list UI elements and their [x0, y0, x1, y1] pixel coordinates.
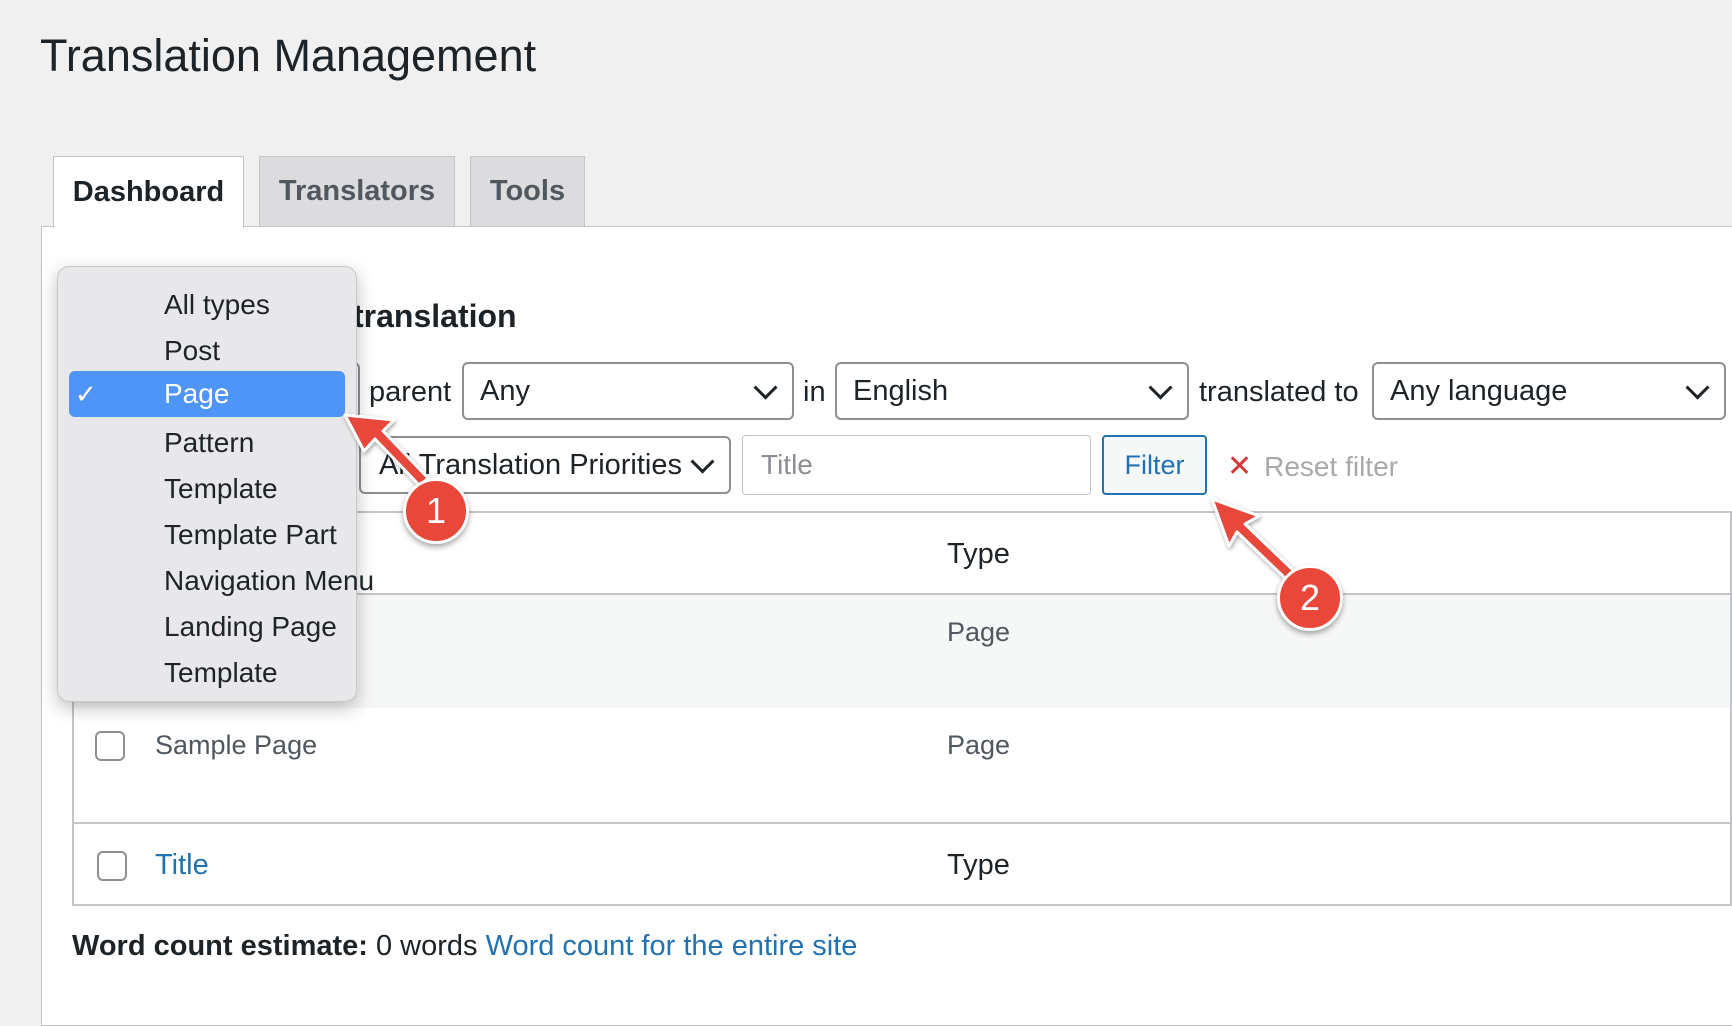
column-footer-type[interactable]: Type — [947, 849, 1010, 882]
target-language-select[interactable]: Any language — [1372, 362, 1726, 420]
select-all-checkbox[interactable] — [97, 851, 127, 881]
row-checkbox[interactable] — [95, 731, 125, 761]
filter-button[interactable]: Filter — [1102, 435, 1207, 495]
type-option-pattern[interactable]: Pattern — [69, 420, 345, 466]
page-title: Translation Management — [40, 30, 537, 81]
type-option-navigation-menu[interactable]: Navigation Menu — [69, 558, 374, 604]
word-count-site-link[interactable]: Word count for the entire site — [486, 930, 858, 962]
reset-filter-link[interactable]: ✕ Reset filter — [1227, 449, 1398, 484]
section-title: translation — [353, 298, 517, 334]
row-type: Page — [947, 730, 1011, 760]
row-title[interactable]: Sample Page — [155, 730, 317, 761]
type-option-all-types[interactable]: All types — [69, 282, 345, 328]
chevron-down-icon — [690, 449, 715, 474]
parent-select[interactable]: Any — [462, 362, 794, 420]
annotation-badge-2: 2 — [1277, 565, 1343, 631]
type-option-template[interactable]: Template — [69, 466, 345, 512]
chevron-down-icon — [753, 375, 778, 400]
parent-select-value: Any — [480, 374, 530, 407]
word-count-estimate: Word count estimate: 0 words Word count … — [72, 930, 857, 963]
column-header-type[interactable]: Type — [947, 538, 1010, 571]
type-option-page-label: Page — [164, 378, 230, 409]
title-search-input[interactable]: Title — [742, 435, 1091, 495]
reset-filter-label: Reset filter — [1264, 450, 1398, 482]
target-language-select-value: Any language — [1390, 374, 1568, 407]
type-option-template-part[interactable]: Template Part — [69, 512, 345, 558]
tab-tools[interactable]: Tools — [470, 156, 585, 226]
language-select[interactable]: English — [835, 362, 1189, 420]
type-dropdown-menu: All types Post ✓ Page Pattern Template T… — [57, 266, 374, 702]
type-option-template-2[interactable]: Template — [69, 650, 345, 696]
language-select-value: English — [853, 374, 949, 407]
word-count-value: 0 words — [376, 930, 478, 962]
chevron-down-icon — [1685, 375, 1710, 400]
in-label: in — [803, 376, 826, 408]
row-type: Page — [947, 617, 1011, 647]
priority-select-value: All Translation Priorities — [379, 448, 682, 481]
tab-translators[interactable]: Translators — [259, 156, 455, 226]
parent-label: parent — [369, 376, 452, 408]
translated-to-label: translated to — [1199, 376, 1359, 408]
tab-dashboard[interactable]: Dashboard — [53, 156, 244, 228]
close-icon: ✕ — [1227, 450, 1253, 483]
column-footer-title[interactable]: Title — [155, 849, 209, 882]
type-option-page[interactable]: ✓ Page — [69, 371, 345, 417]
annotation-badge-1: 1 — [403, 478, 469, 544]
type-option-post[interactable]: Post — [69, 328, 345, 374]
type-option-landing-page[interactable]: Landing Page — [69, 604, 345, 650]
chevron-down-icon — [1148, 375, 1173, 400]
checkmark-icon: ✓ — [75, 378, 97, 409]
word-count-label: Word count estimate: — [72, 930, 368, 962]
